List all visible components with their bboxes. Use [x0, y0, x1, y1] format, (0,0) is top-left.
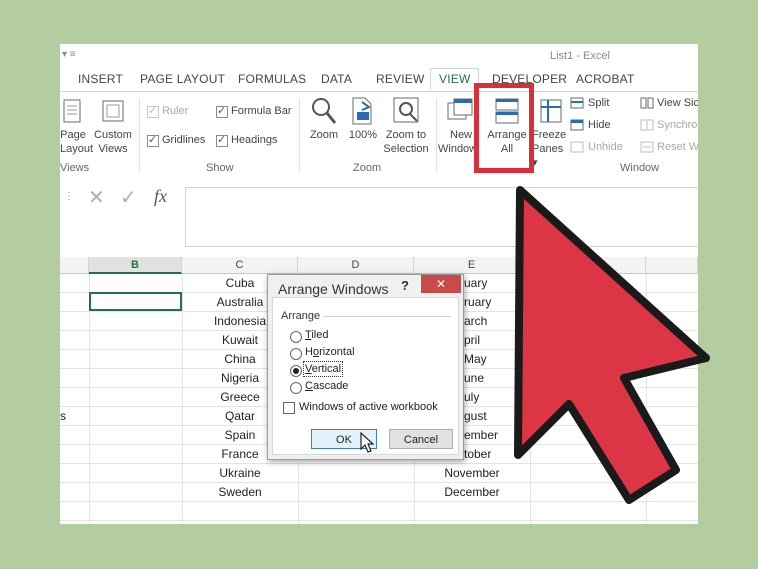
red-arrow-annotation [514, 186, 710, 504]
